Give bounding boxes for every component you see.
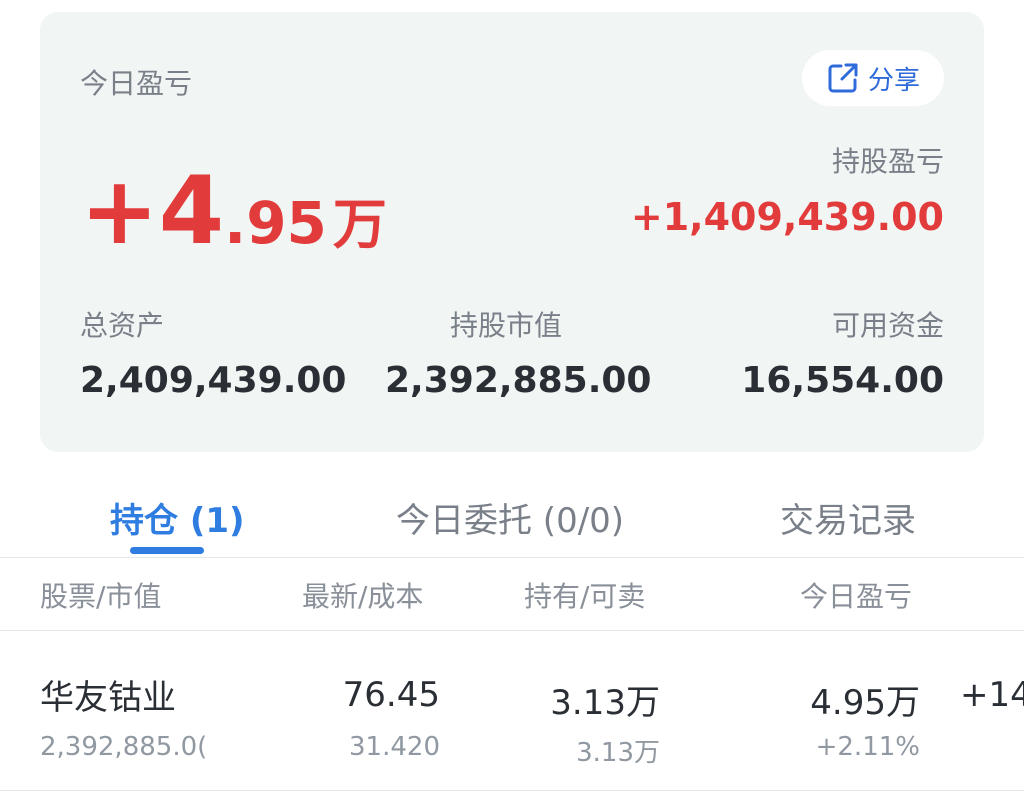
share-label: 分享 [867,65,920,96]
header-divider [0,630,1024,631]
cost-price: 31.420 [349,732,440,762]
holding-pl-value: +1,409,439.00 [630,195,944,239]
row-today-pl: 4.95万 [810,683,920,723]
market-value-label: 持股市值 [450,309,563,342]
market-value-value: 2,392,885.00 [385,360,652,401]
header-latest-cost: 最新/成本 [302,580,424,613]
active-tab-indicator [130,547,204,554]
tab-trade-history[interactable]: 交易记录 [780,493,916,542]
total-assets-label: 总资产 [80,309,165,342]
stock-market-value: 2,392,885.0( [40,732,208,762]
row-divider [0,790,1024,791]
available-cash-label: 可用资金 [831,309,944,342]
share-icon [828,63,858,93]
latest-price: 76.45 [342,675,440,715]
row-today-pl-pct: +2.11% [815,732,920,762]
row-overflow-value: +14 [960,675,1024,715]
today-pl-value: +4.95 万 [80,157,387,266]
header-stock-mv: 股票/市值 [40,580,162,613]
tab-today-orders[interactable]: 今日委托 (0/0) [396,493,624,542]
header-today-pl: 今日盈亏 [800,580,913,613]
sellable-qty: 3.13万 [576,738,660,768]
tabs-divider [0,557,1024,558]
today-pl-label: 今日盈亏 [80,67,193,100]
account-summary-card: 今日盈亏 分享 +4.95 万 持股盈亏 +1,409,439.00 总资产 2,… [40,12,984,452]
holding-qty: 3.13万 [550,683,660,723]
total-assets-value: 2,409,439.00 [80,360,347,401]
stock-name: 华友钴业 [40,678,176,718]
available-cash-value: 16,554.00 [741,360,944,401]
tab-positions[interactable]: 持仓 (1) [110,493,245,542]
header-holding-sellable: 持有/可卖 [524,580,646,613]
holding-pl-label: 持股盈亏 [831,145,944,178]
share-button[interactable]: 分享 [802,50,944,106]
